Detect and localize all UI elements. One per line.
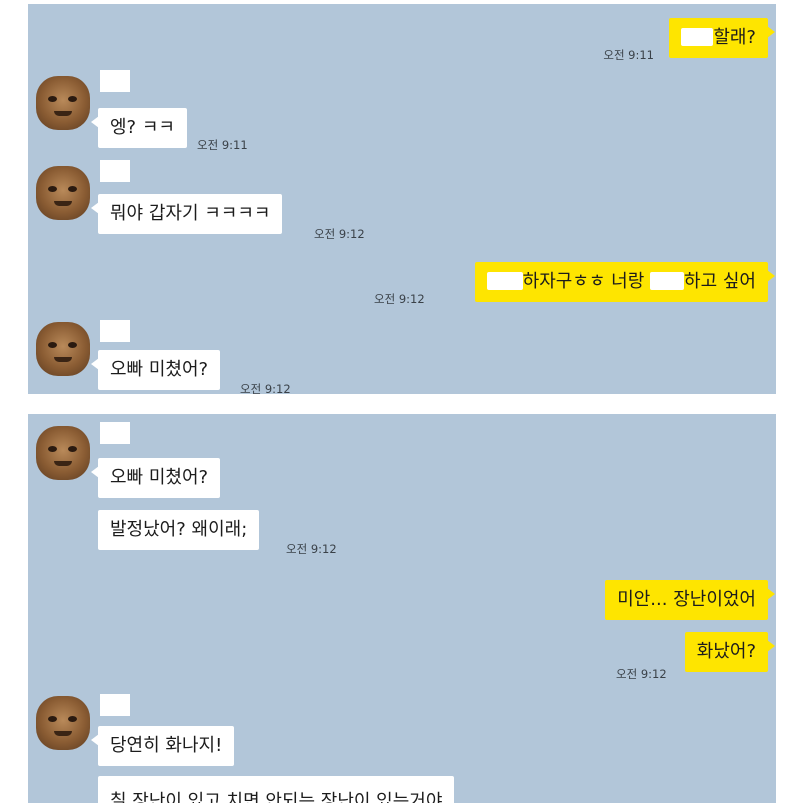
sender-name-redacted	[100, 320, 130, 342]
message-time: 오전 9:12	[616, 667, 667, 681]
message-time: 오전 9:12	[286, 542, 337, 556]
avatar[interactable]	[36, 322, 90, 376]
message-text: 뭐야 갑자기 ㅋㅋㅋㅋ	[110, 203, 271, 224]
incoming-message[interactable]: 뭐야 갑자기 ㅋㅋㅋㅋ	[90, 194, 283, 234]
censored-text	[650, 272, 685, 290]
message-time: 오전 9:12	[314, 227, 365, 241]
incoming-message[interactable]: 엥? ㅋㅋ	[91, 108, 187, 148]
message-text: 미안... 장난이었어	[617, 589, 756, 610]
avatar[interactable]	[36, 76, 90, 130]
sender-name-redacted	[100, 694, 130, 716]
message-time: 오전 9:11	[603, 48, 654, 62]
incoming-message[interactable]: 칠 장난이 있고 치면 안되는 장난이 있는거야	[98, 776, 455, 803]
censored-text	[681, 28, 714, 46]
outgoing-message[interactable]: 할래?	[669, 18, 775, 58]
message-text: 발정났어? 왜이래;	[110, 519, 248, 540]
message-text: 오빠 미쳤어?	[110, 467, 209, 488]
message-time: 오전 9:12	[240, 382, 291, 394]
chat-panel-bottom: 오빠 미쳤어? 발정났어? 왜이래; 오전 9:12 미안... 장난이었어 화…	[28, 414, 776, 803]
incoming-message[interactable]: 오빠 미쳤어?	[90, 350, 221, 390]
message-text: 칠 장난이 있고 치면 안되는 장난이 있는거야	[110, 791, 443, 803]
avatar[interactable]	[36, 166, 90, 220]
outgoing-message[interactable]: 하자구ㅎㅎ 너랑 하고 싶어	[474, 262, 776, 302]
message-text: 화났어?	[696, 641, 756, 662]
incoming-message[interactable]: 오빠 미쳤어?	[90, 458, 221, 498]
sender-name-redacted	[100, 422, 130, 444]
sender-name-redacted	[100, 160, 130, 182]
avatar[interactable]	[36, 696, 90, 750]
message-text: 오빠 미쳤어?	[110, 359, 209, 380]
chat-panel-top: 할래? 오전 9:11 엥? ㅋㅋ 오전 9:11 뭐야 갑자기 ㅋㅋㅋㅋ 오전…	[28, 4, 776, 394]
message-text: 당연히 화나지!	[110, 735, 223, 756]
censored-text	[486, 272, 523, 290]
incoming-message[interactable]: 발정났어? 왜이래;	[98, 510, 260, 550]
message-text: 엥? ㅋㅋ	[110, 117, 175, 138]
avatar[interactable]	[36, 426, 90, 480]
message-text: 하자구ㅎㅎ 너랑	[522, 271, 651, 292]
message-time: 오전 9:12	[374, 292, 425, 306]
outgoing-message[interactable]: 미안... 장난이었어	[605, 580, 775, 620]
message-time: 오전 9:11	[197, 138, 248, 152]
outgoing-message[interactable]: 화났어?	[684, 632, 776, 672]
incoming-message[interactable]: 당연히 화나지!	[90, 726, 235, 766]
message-text: 하고 싶어	[684, 271, 756, 292]
message-text: 할래?	[713, 27, 756, 48]
sender-name-redacted	[100, 70, 130, 92]
